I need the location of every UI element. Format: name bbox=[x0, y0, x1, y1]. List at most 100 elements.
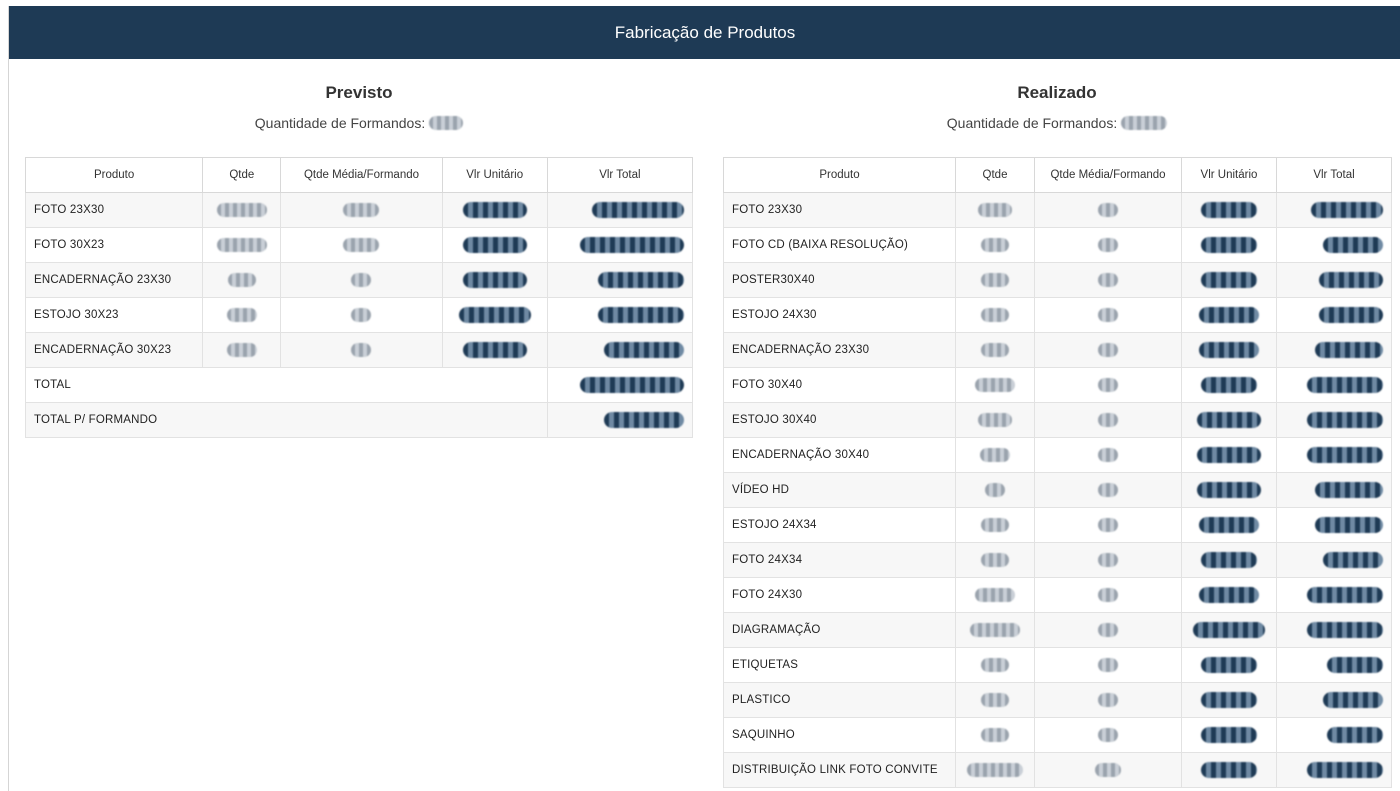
redacted-value bbox=[970, 623, 1020, 637]
col-vlr-total[interactable]: Vlr Total bbox=[546, 157, 694, 193]
previsto-qty-label: Quantidade de Formandos: bbox=[254, 115, 426, 131]
cell-vlr-unitario bbox=[1181, 577, 1277, 613]
cell-qtde-media bbox=[1034, 297, 1182, 333]
redacted-value bbox=[1319, 307, 1383, 323]
redacted-value bbox=[598, 272, 684, 288]
cell-produto: FOTO 24X34 bbox=[723, 542, 956, 578]
realizado-table: Produto Qtde Qtde Média/Formando Vlr Uni… bbox=[723, 157, 1392, 788]
col-qtde-media[interactable]: Qtde Média/Formando bbox=[280, 157, 443, 193]
cell-vlr-total bbox=[1276, 437, 1392, 473]
cell-qtde bbox=[202, 297, 282, 333]
redacted-value bbox=[226, 343, 257, 357]
redacted-value bbox=[1098, 378, 1118, 392]
redacted-value bbox=[967, 763, 1023, 777]
redacted-value bbox=[1098, 343, 1118, 357]
redacted-value bbox=[1315, 342, 1383, 358]
col-vlr-unitario[interactable]: Vlr Unitário bbox=[1181, 157, 1277, 193]
table-row: ENCADERNAÇÃO 23X30 bbox=[24, 262, 694, 298]
cell-produto: POSTER30X40 bbox=[723, 262, 956, 298]
col-produto[interactable]: Produto bbox=[24, 157, 204, 193]
cell-qtde bbox=[955, 192, 1035, 228]
redacted-value bbox=[981, 518, 1009, 532]
redacted-value bbox=[1098, 518, 1118, 532]
cell-vlr-unitario bbox=[1181, 297, 1277, 333]
table-row: DISTRIBUIÇÃO LINK FOTO CONVITE bbox=[723, 752, 1392, 788]
redacted-value bbox=[226, 308, 257, 322]
cell-vlr-unitario bbox=[1181, 192, 1277, 228]
cell-qtde-media bbox=[280, 332, 443, 368]
table-row: FOTO CD (BAIXA RESOLUÇÃO) bbox=[723, 227, 1392, 263]
cell-vlr-unitario bbox=[441, 192, 548, 228]
cell-vlr-total bbox=[546, 332, 694, 368]
cell-qtde bbox=[955, 577, 1035, 613]
table-row: ESTOJO 30X40 bbox=[723, 402, 1392, 438]
cell-qtde bbox=[955, 717, 1035, 753]
cell-vlr-unitario bbox=[441, 262, 548, 298]
redacted-value bbox=[981, 553, 1009, 567]
cell-qtde bbox=[955, 472, 1035, 508]
previsto-panel: Previsto Quantidade de Formandos: Produt… bbox=[24, 59, 694, 438]
redacted-value bbox=[1199, 342, 1259, 358]
redacted-value bbox=[604, 412, 684, 428]
redacted-value bbox=[978, 203, 1012, 217]
cell-vlr-unitario bbox=[1181, 542, 1277, 578]
cell-vlr-unitario bbox=[441, 332, 548, 368]
realizado-qty-line: Quantidade de Formandos: bbox=[723, 115, 1391, 131]
redacted-value bbox=[1095, 763, 1121, 777]
cell-qtde-media bbox=[1034, 752, 1182, 788]
realizado-panel: Realizado Quantidade de Formandos: Produ… bbox=[723, 59, 1392, 788]
redacted-value bbox=[1201, 657, 1257, 673]
redacted-value bbox=[981, 238, 1009, 252]
redacted-value bbox=[1098, 588, 1118, 602]
redacted-value bbox=[1201, 552, 1257, 568]
cell-qtde-media bbox=[1034, 542, 1182, 578]
redacted-value bbox=[981, 728, 1009, 742]
redacted-value bbox=[1323, 692, 1383, 708]
redacted-value bbox=[981, 273, 1009, 287]
redacted-value bbox=[1319, 272, 1383, 288]
total-per-formando-label: TOTAL P/ FORMANDO bbox=[25, 402, 548, 438]
redacted-value bbox=[1098, 238, 1118, 252]
col-vlr-unitario[interactable]: Vlr Unitário bbox=[441, 157, 548, 193]
redacted-value bbox=[1098, 273, 1118, 287]
cell-vlr-total bbox=[1276, 367, 1392, 403]
total-value bbox=[546, 367, 694, 403]
redacted-value bbox=[1197, 412, 1261, 428]
redacted-value bbox=[1098, 658, 1118, 672]
previsto-header-row: Produto Qtde Qtde Média/Formando Vlr Uni… bbox=[24, 157, 694, 193]
table-row: FOTO 23X30 bbox=[723, 192, 1392, 228]
col-produto[interactable]: Produto bbox=[723, 157, 956, 193]
cell-vlr-unitario bbox=[1181, 472, 1277, 508]
redacted-value bbox=[981, 693, 1009, 707]
cell-qtde-media bbox=[1034, 367, 1182, 403]
cell-qtde bbox=[955, 752, 1035, 788]
redacted-value bbox=[1201, 272, 1257, 288]
redacted-value bbox=[1201, 727, 1257, 743]
table-row: ESTOJO 24X34 bbox=[723, 507, 1392, 543]
col-qtde[interactable]: Qtde bbox=[202, 157, 282, 193]
redacted-value bbox=[1098, 483, 1118, 497]
redacted-value bbox=[980, 448, 1010, 462]
redacted-value bbox=[985, 483, 1005, 497]
col-vlr-total[interactable]: Vlr Total bbox=[1276, 157, 1392, 193]
cell-qtde-media bbox=[1034, 647, 1182, 683]
cell-vlr-total bbox=[1276, 717, 1392, 753]
cell-vlr-total bbox=[1276, 332, 1392, 368]
col-qtde-media[interactable]: Qtde Média/Formando bbox=[1034, 157, 1182, 193]
cell-vlr-total bbox=[1276, 227, 1392, 263]
cell-vlr-unitario bbox=[1181, 682, 1277, 718]
redacted-value bbox=[1098, 413, 1118, 427]
redacted-value bbox=[1197, 447, 1261, 463]
cell-vlr-unitario bbox=[1181, 402, 1277, 438]
redacted-value bbox=[1327, 727, 1383, 743]
redacted-value bbox=[1327, 657, 1383, 673]
cell-produto: FOTO 23X30 bbox=[723, 192, 956, 228]
table-row: FOTO 24X34 bbox=[723, 542, 1392, 578]
cell-produto: DIAGRAMAÇÃO bbox=[723, 612, 956, 648]
redacted-value bbox=[975, 588, 1015, 602]
cell-qtde bbox=[955, 507, 1035, 543]
cell-produto: ENCADERNAÇÃO 30X23 bbox=[24, 332, 204, 368]
realizado-qty-label: Quantidade de Formandos: bbox=[946, 115, 1118, 131]
redacted-value bbox=[1098, 448, 1118, 462]
col-qtde[interactable]: Qtde bbox=[955, 157, 1035, 193]
